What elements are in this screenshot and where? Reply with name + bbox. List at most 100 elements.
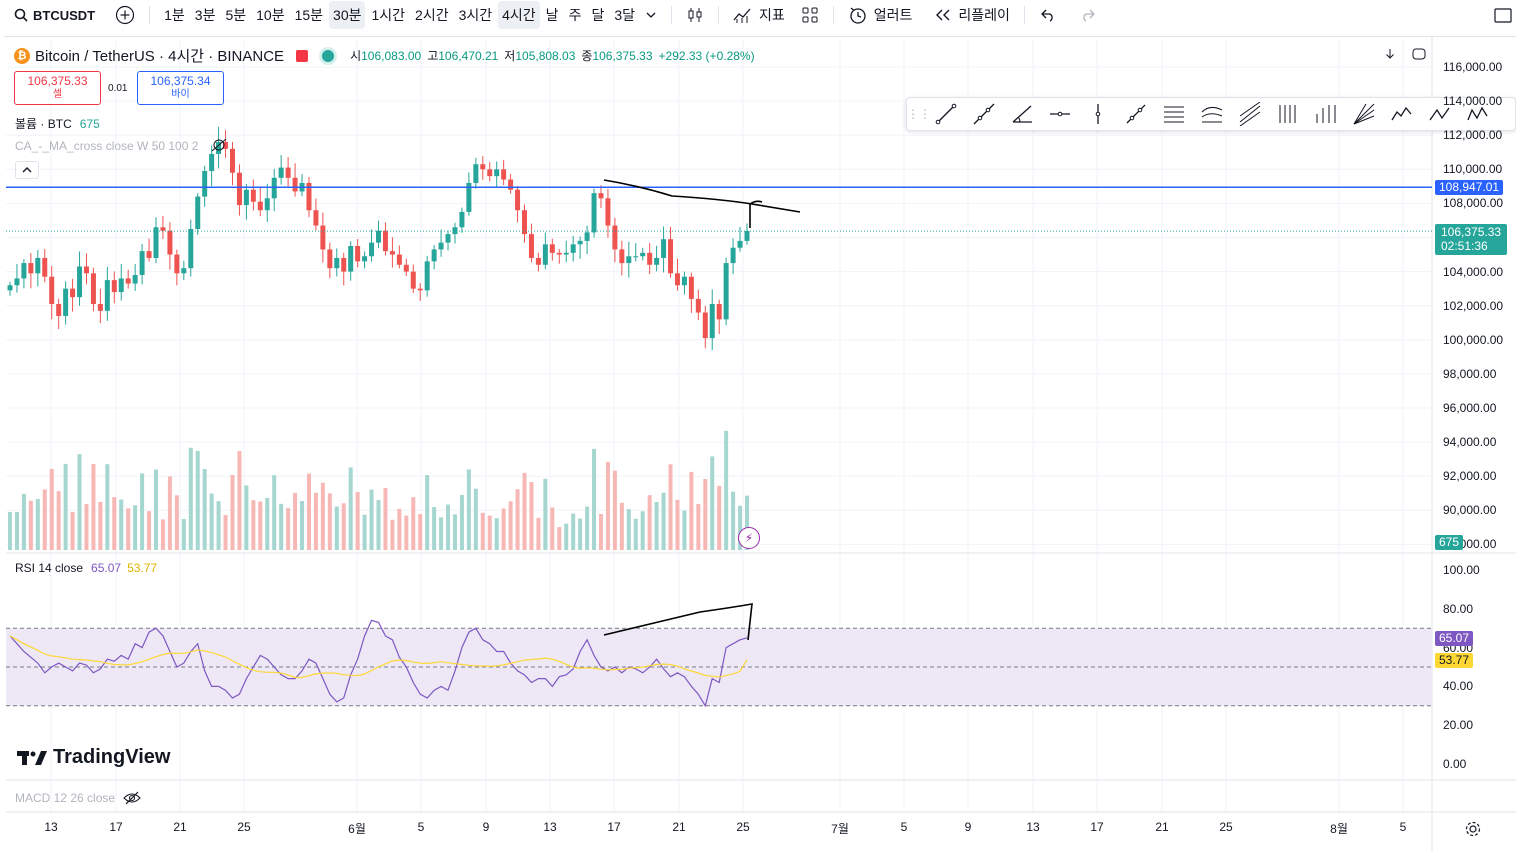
trend-angle-tool-icon[interactable]	[1003, 99, 1041, 129]
pitchfork-tool-icon[interactable]	[1269, 99, 1307, 129]
candle-body	[716, 303, 722, 320]
candle-body	[487, 169, 493, 177]
volume-bar	[167, 476, 172, 550]
volume-bar	[411, 497, 416, 550]
candle-body	[459, 211, 465, 228]
chevron-up-icon	[22, 167, 32, 173]
volume-bar	[300, 501, 305, 550]
price-tick-label: 104,000.00	[1443, 264, 1504, 279]
trend-line-tool-icon[interactable]	[927, 99, 965, 129]
volume-legend[interactable]: 볼륨 · BTC 675	[15, 115, 100, 132]
candle-body	[348, 246, 354, 272]
scroll-down-button[interactable]	[1380, 44, 1400, 64]
candle-body	[111, 280, 117, 293]
horizontal-ray-tool-icon[interactable]	[1041, 99, 1079, 129]
time-tick-label: 25	[1219, 820, 1233, 834]
maximize-pane-button[interactable]	[1409, 44, 1429, 64]
volume-bar	[209, 493, 214, 550]
candle-body	[528, 234, 534, 258]
high-label: 고	[427, 49, 439, 63]
candle-body	[598, 193, 604, 199]
drag-handle-icon[interactable]: ⋮⋮	[907, 107, 931, 121]
volume-bar	[21, 493, 26, 550]
volume-bar	[202, 468, 207, 550]
time-tick-label: 17	[109, 820, 123, 834]
candle-body	[723, 263, 729, 320]
lightning-icon[interactable]: ⚡	[738, 527, 760, 549]
price-tick-label: 98,000.00	[1443, 366, 1497, 381]
candle-body	[14, 278, 20, 286]
volume-bar	[195, 450, 200, 550]
time-tick-label: 8월	[1330, 822, 1348, 836]
volume-bar	[28, 500, 33, 550]
volume-bar	[35, 499, 40, 550]
candle-body	[501, 169, 507, 180]
candle-body	[28, 263, 34, 274]
volume-bar	[160, 519, 165, 550]
sell-label: 셀	[52, 89, 63, 100]
candle-body	[640, 252, 646, 257]
candle-body	[83, 266, 89, 274]
ma-cross-legend[interactable]: CA_-_MA_cross close W 50 100 2	[15, 139, 198, 153]
candle-body	[118, 278, 124, 293]
volume-bar	[487, 515, 492, 550]
regression-channel-tool-icon[interactable]	[1193, 99, 1231, 129]
price-tick-label: 90,000.00	[1443, 503, 1497, 518]
candle-body	[577, 240, 583, 245]
candle-body	[35, 257, 41, 274]
volume-bar	[404, 515, 409, 550]
volume-bar	[536, 517, 541, 550]
candle-body	[730, 247, 736, 264]
candle-body	[70, 288, 76, 298]
candle-body	[410, 271, 416, 289]
fib-fan-tool-icon[interactable]	[1345, 99, 1383, 129]
volume-bar	[626, 509, 631, 550]
volume-bar	[293, 492, 298, 550]
volume-legend-label: 볼륨 · BTC	[15, 117, 72, 131]
volume-bar	[258, 501, 263, 550]
volume-bar	[480, 512, 485, 550]
market-status-icon	[322, 49, 335, 62]
sell-button[interactable]: 106,375.33 셀	[14, 71, 101, 105]
symbol-title[interactable]: Bitcoin / TetherUS · 4시간 · BINANCE	[35, 45, 284, 66]
time-tick-label: 13	[543, 820, 557, 834]
chart-settings-button[interactable]	[1464, 820, 1482, 838]
tradingview-watermark: TradingView	[17, 746, 170, 769]
schiff-pitchfork-tool-icon[interactable]	[1307, 99, 1345, 129]
bitcoin-logo-icon: ₿	[14, 47, 30, 64]
volume-bar	[140, 473, 145, 550]
volume-bar	[237, 450, 242, 550]
candle-body	[139, 251, 145, 276]
volume-bar	[689, 471, 694, 550]
ray-tool-icon[interactable]	[965, 99, 1003, 129]
eye-crossed-icon[interactable]	[123, 791, 141, 805]
vertical-line-tool-icon[interactable]	[1079, 99, 1117, 129]
macd-legend[interactable]: MACD 12 26 close	[15, 791, 141, 805]
candle-body	[243, 189, 249, 206]
candle-body	[327, 249, 333, 269]
flat-top-channel-tool-icon[interactable]	[1231, 99, 1269, 129]
volume-bar	[550, 507, 555, 550]
candle-body	[668, 239, 674, 274]
volume-bar	[70, 512, 75, 550]
volume-bar	[668, 464, 673, 550]
candle-body	[515, 189, 521, 211]
candle-body	[56, 303, 62, 316]
candle-body	[49, 276, 55, 304]
time-tick-label: 21	[1155, 820, 1169, 834]
time-tick-label: 17	[607, 820, 621, 834]
collapse-legend-button[interactable]	[15, 161, 39, 179]
volume-bar	[327, 493, 332, 550]
elliott-wave-tool-icon[interactable]	[1383, 99, 1421, 129]
parallel-channel-tool-icon[interactable]	[1155, 99, 1193, 129]
candle-body	[209, 153, 215, 172]
candle-body	[167, 230, 173, 255]
volume-bar	[306, 473, 311, 550]
cross-line-tool-icon[interactable]	[1117, 99, 1155, 129]
volume-price-tag: 675	[1435, 535, 1464, 550]
candle-body	[654, 257, 660, 265]
candle-body	[153, 227, 159, 258]
buy-button[interactable]: 106,375.34 바이	[137, 71, 224, 105]
rsi-legend[interactable]: RSI 14 close 65.07 53.77	[15, 561, 157, 575]
volume-bar	[682, 510, 687, 550]
